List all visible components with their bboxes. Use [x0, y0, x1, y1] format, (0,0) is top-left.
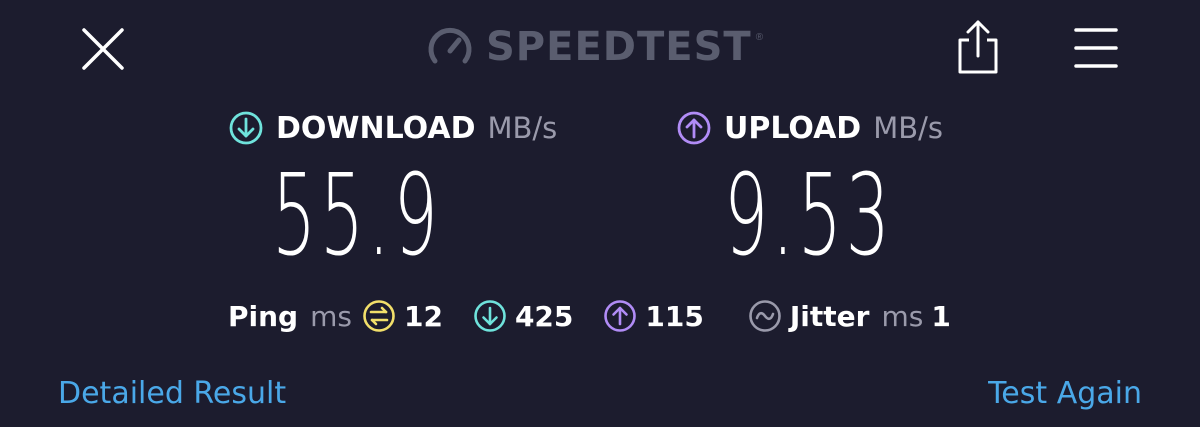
ping-download-stat: 425: [473, 299, 573, 333]
speedometer-icon: [428, 27, 472, 64]
download-arrow-icon: [229, 111, 263, 145]
ping-upload-stat: 115: [603, 299, 704, 333]
registered-mark: ®: [755, 32, 764, 43]
download-speed-value: 55.9: [272, 151, 442, 281]
share-button[interactable]: [952, 18, 1004, 76]
brand-name: SPEEDTEST: [486, 24, 752, 70]
download-arrow-icon: [474, 300, 506, 332]
ping-stat: Ping ms: [228, 300, 352, 333]
jitter-icon: [749, 300, 781, 332]
ping-idle-icon: [363, 300, 395, 332]
upload-label: UPLOAD: [724, 110, 862, 146]
upload-unit: MB/s: [873, 111, 944, 145]
detailed-result-link[interactable]: Detailed Result: [58, 376, 286, 411]
close-icon: [82, 28, 124, 70]
upload-speed-value: 9.53: [724, 151, 894, 281]
jitter-unit: ms: [881, 299, 924, 333]
ping-idle-value: 12: [403, 299, 443, 333]
download-label: DOWNLOAD: [276, 110, 476, 146]
download-header: DOWNLOAD MB/s: [228, 108, 557, 148]
menu-icon: [1074, 28, 1118, 68]
ping-download-value: 425: [514, 299, 574, 333]
speedtest-results-screen: SPEEDTEST ® DOWNLOAD MB/s UPLOAD MB/s 55…: [0, 0, 1200, 427]
ping-upload-value: 115: [645, 299, 704, 333]
latency-stats-row: Ping ms 12 425 115 Jitter ms 1: [228, 294, 951, 338]
jitter-stat: Jitter ms 1: [748, 299, 951, 333]
download-unit: MB/s: [487, 111, 558, 145]
upload-arrow-icon: [604, 300, 637, 332]
test-again-link[interactable]: Test Again: [988, 376, 1142, 411]
ping-label: Ping: [228, 299, 299, 333]
upload-arrow-icon: [677, 111, 711, 145]
jitter-value: 1: [931, 299, 951, 333]
ping-unit: ms: [310, 299, 352, 333]
speedtest-logo: SPEEDTEST ®: [426, 22, 763, 72]
menu-button[interactable]: [1072, 24, 1120, 72]
close-button[interactable]: [78, 24, 128, 74]
share-icon: [958, 20, 998, 74]
jitter-label: Jitter: [789, 299, 870, 333]
upload-header: UPLOAD MB/s: [676, 108, 943, 148]
ping-idle-stat: 12: [362, 299, 443, 333]
